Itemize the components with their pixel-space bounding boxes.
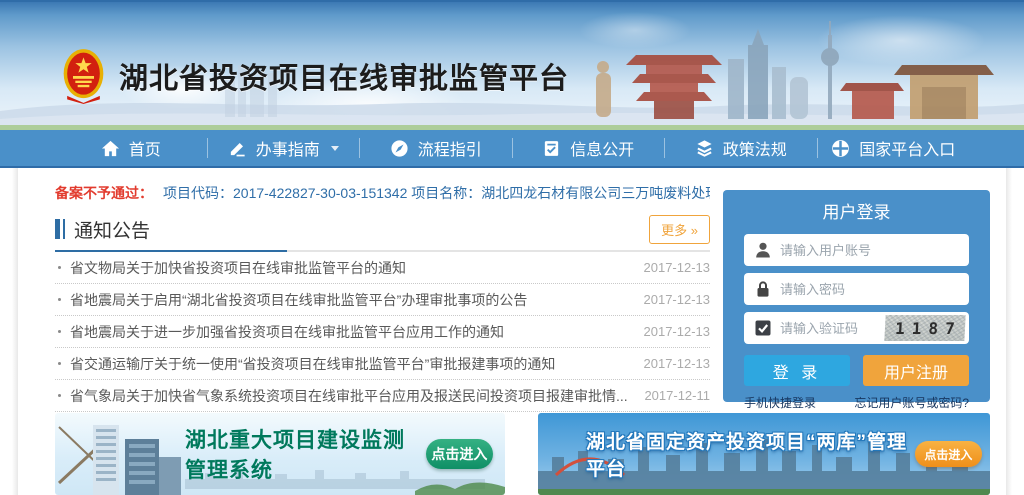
page-edge-shadow [12, 168, 18, 495]
notice-row[interactable]: 省气象局关于加快省气象系统投资项目在线审批平台应用及报送民间投资项目报建审批情.… [55, 380, 710, 412]
login-buttons: 登 录 用户注册 [744, 355, 969, 386]
banner-enter-button[interactable]: 点击进入 [426, 439, 493, 469]
register-button[interactable]: 用户注册 [863, 355, 969, 386]
username-field-wrap [744, 234, 969, 266]
notices-section: 通知公告 更多 » 省文物局关于加快省投资项目在线审批监管平台的通知 2017-… [55, 212, 710, 412]
page-title: 湖北省投资项目在线审批监管平台 [119, 55, 569, 97]
bullet-icon [58, 394, 61, 397]
site-header: 湖北省投资项目在线审批监管平台 [0, 0, 1024, 130]
bullet-icon [58, 266, 61, 269]
section-divider [55, 250, 710, 252]
notice-date: 2017-12-13 [632, 292, 711, 307]
nav-label: 流程指引 [418, 136, 482, 160]
username-input[interactable] [744, 234, 969, 266]
notices-header: 通知公告 更多 » [55, 212, 710, 246]
nav-item-policy[interactable]: 政策法规 [665, 130, 817, 166]
compass-icon [390, 139, 409, 158]
doc-check-icon [542, 139, 561, 158]
nav-item-national-platform[interactable]: 国家平台入口 [818, 130, 970, 166]
main-nav: 首页 办事指南 流程指引 信息公开 [0, 130, 1024, 168]
national-emblem-icon [60, 48, 107, 104]
nav-label: 政策法规 [723, 136, 787, 160]
nav-item-guide[interactable]: 办事指南 [208, 130, 360, 166]
banner-two-db-platform[interactable]: 湖北省固定资产投资项目“两库”管理平台 点击进入 [538, 413, 990, 495]
password-field-wrap [744, 273, 969, 305]
banner-enter-button[interactable]: 点击进入 [915, 441, 982, 467]
brand: 湖北省投资项目在线审批监管平台 [60, 48, 569, 104]
notice-link[interactable]: 省文物局关于加快省投资项目在线审批监管平台的通知 [70, 258, 406, 278]
announcement-ticker[interactable]: 备案不予通过： 项目代码：2017-422827-30-03-151342 项目… [55, 182, 710, 204]
bullet-icon [58, 362, 61, 365]
notice-date: 2017-12-13 [632, 324, 711, 339]
bullet-icon [58, 330, 61, 333]
more-button[interactable]: 更多 » [649, 215, 710, 244]
notice-link[interactable]: 省气象局关于加快省气象系统投资项目在线审批平台应用及报送民间投资项目报建审批情.… [70, 386, 628, 406]
nav-label: 国家平台入口 [859, 136, 955, 160]
section-bar-icon [55, 219, 65, 239]
banner-title: 湖北重大项目建设监测管理系统 [185, 424, 426, 484]
notices-title: 通知公告 [74, 216, 150, 243]
ticker-message: 项目代码：2017-422827-30-03-151342 项目名称：湖北四龙石… [163, 183, 710, 203]
bullet-icon [58, 298, 61, 301]
notice-link[interactable]: 省地震局关于进一步加强省投资项目在线审批监管平台应用工作的通知 [70, 322, 504, 342]
nav-label: 首页 [129, 136, 161, 160]
notice-link[interactable]: 省地震局关于启用“湖北省投资项目在线审批监管平台”办理审批事项的公告 [70, 290, 527, 310]
notice-date: 2017-12-11 [632, 388, 710, 403]
login-panel: 用户登录 1187 登 录 用户注册 [723, 190, 990, 402]
banner-monitor-system[interactable]: 湖北重大项目建设监测管理系统 点击进入 [55, 413, 505, 495]
notice-row[interactable]: 省文物局关于加快省投资项目在线审批监管平台的通知 2017-12-13 [55, 252, 710, 284]
captcha-image[interactable]: 1187 [884, 315, 965, 341]
password-input[interactable] [744, 273, 969, 305]
notice-date: 2017-12-13 [632, 356, 711, 371]
login-button[interactable]: 登 录 [744, 355, 850, 386]
nav-label: 信息公开 [570, 136, 634, 160]
forgot-password-link[interactable]: 忘记用户账号或密码? [854, 394, 969, 411]
page-edge-shadow [1006, 168, 1012, 495]
ticker-status-label: 备案不予通过： [55, 183, 153, 203]
login-title: 用户登录 [744, 201, 969, 227]
nav-item-info[interactable]: 信息公开 [513, 130, 665, 166]
login-links: 手机快捷登录 忘记用户账号或密码? [744, 394, 969, 411]
notice-row[interactable]: 省地震局关于进一步加强省投资项目在线审批监管平台应用工作的通知 2017-12-… [55, 316, 710, 348]
page: 湖北省投资项目在线审批监管平台 首页 办事指南 流程指引 [0, 0, 1024, 495]
grid-circle-icon [831, 139, 850, 158]
pencil-icon [228, 139, 247, 158]
banner-content: 湖北省固定资产投资项目“两库”管理平台 点击进入 [538, 413, 990, 495]
notice-row[interactable]: 省地震局关于启用“湖北省投资项目在线审批监管平台”办理审批事项的公告 2017-… [55, 284, 710, 316]
chevron-down-icon [331, 146, 339, 151]
notice-date: 2017-12-13 [632, 260, 711, 275]
notice-row[interactable]: 省交通运输厅关于统一使用“省投资项目在线审批监管平台”审批报建事项的通知 201… [55, 348, 710, 380]
captcha-field-wrap: 1187 [744, 312, 969, 344]
quick-login-link[interactable]: 手机快捷登录 [744, 394, 816, 411]
nav-item-process[interactable]: 流程指引 [360, 130, 512, 166]
nav-label: 办事指南 [256, 136, 320, 160]
home-icon [101, 139, 120, 158]
layers-icon [695, 139, 714, 158]
banner-content: 湖北重大项目建设监测管理系统 点击进入 [55, 413, 505, 495]
nav-item-home[interactable]: 首页 [55, 130, 207, 166]
banner-title: 湖北省固定资产投资项目“两库”管理平台 [586, 427, 915, 481]
notice-link[interactable]: 省交通运输厅关于统一使用“省投资项目在线审批监管平台”审批报建事项的通知 [70, 354, 555, 374]
